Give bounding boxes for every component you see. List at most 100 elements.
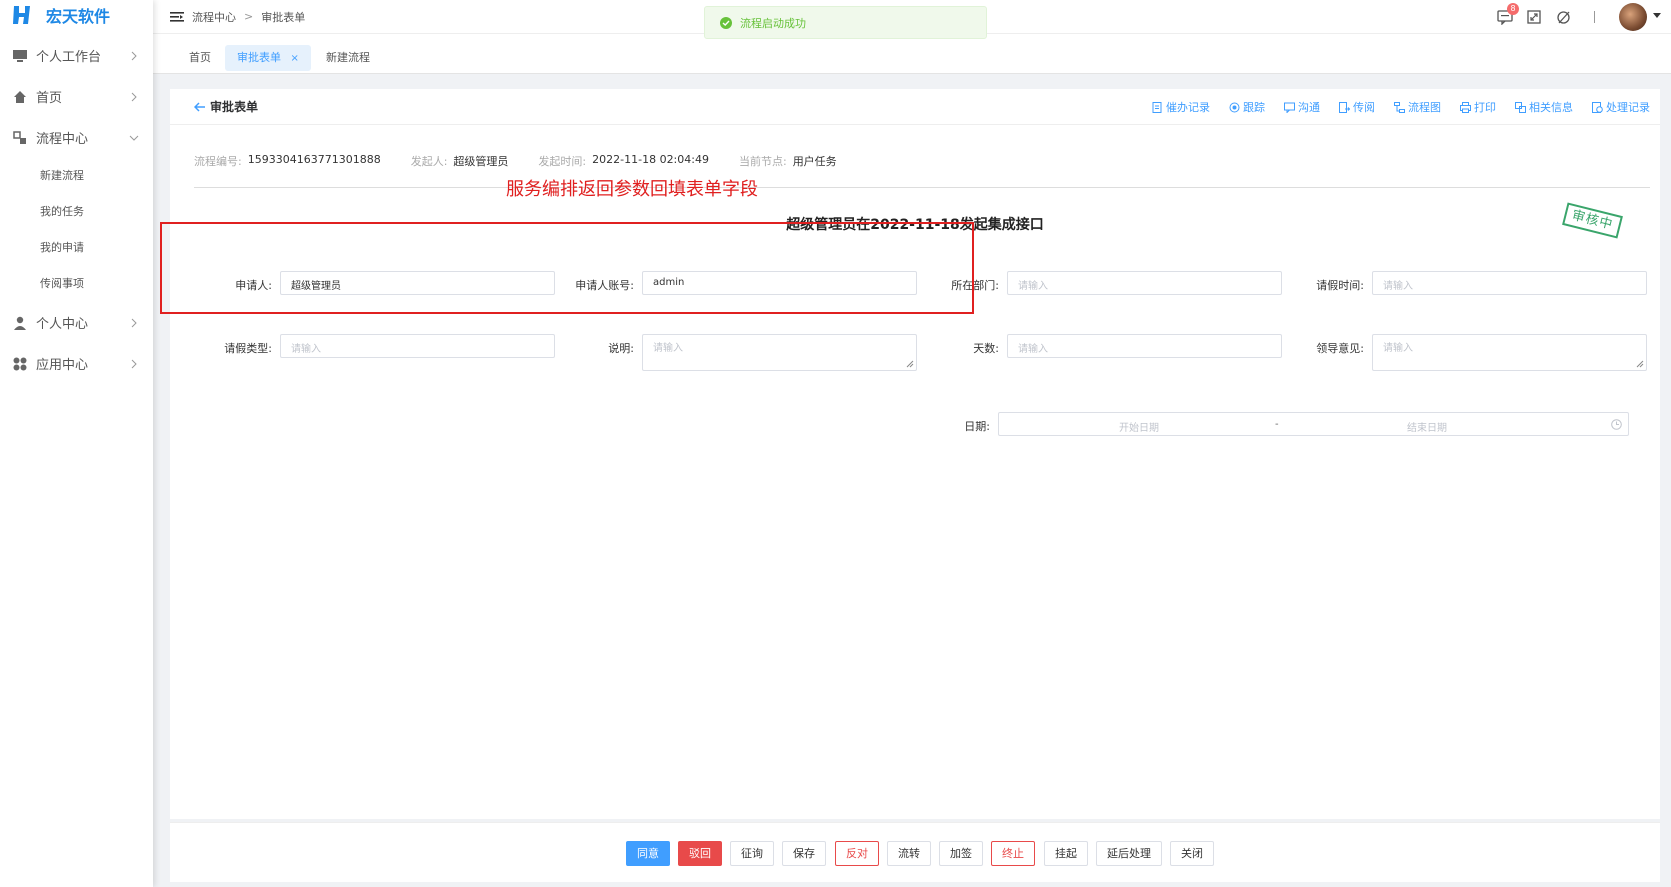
home-icon [12, 89, 28, 105]
sidebar-subitem-my-tasks[interactable]: 我的任务 [0, 194, 153, 230]
check-circle-icon [720, 16, 732, 29]
notification-badge: 8 [1507, 3, 1519, 15]
chevron-right-icon [129, 92, 139, 102]
caret-down-icon[interactable] [1653, 13, 1661, 21]
info-value: 1593304163771301888 [247, 153, 381, 166]
top-toolbar: 8 [1497, 0, 1671, 34]
field-label: 日期: [964, 420, 990, 433]
process-record-link[interactable]: 处理记录 [1592, 99, 1650, 115]
fullscreen-icon[interactable] [1526, 9, 1542, 25]
action-label: 传阅 [1353, 101, 1375, 114]
field-description: 说明: 请输入 [550, 334, 917, 371]
consult-button[interactable]: 征询 [730, 841, 774, 866]
agree-button[interactable]: 同意 [626, 841, 670, 866]
reject-button[interactable]: 驳回 [678, 841, 722, 866]
circulate-link[interactable]: 传阅 [1339, 99, 1375, 115]
defer-button[interactable]: 延后处理 [1096, 841, 1162, 866]
related-info-link[interactable]: 相关信息 [1515, 99, 1573, 115]
back-button[interactable]: 审批表单 [194, 98, 258, 115]
close-button[interactable]: 关闭 [1170, 841, 1214, 866]
resize-grip-icon[interactable] [1636, 360, 1644, 368]
date-range-picker[interactable]: 开始日期 - 结束日期 [998, 412, 1629, 436]
transfer-button[interactable]: 流转 [887, 841, 931, 866]
tab-label: 审批表单 [237, 51, 281, 64]
info-divider [194, 187, 1650, 188]
action-label: 相关信息 [1529, 101, 1573, 114]
sidebar-subitem-circulation[interactable]: 传阅事项 [0, 266, 153, 302]
account-input[interactable]: admin [642, 271, 917, 295]
communicate-link[interactable]: 沟通 [1284, 99, 1320, 115]
save-button[interactable]: 保存 [782, 841, 826, 866]
tab-label: 新建流程 [326, 51, 370, 64]
info-value: 2022-11-18 02:04:49 [592, 153, 709, 166]
sidebar: 宏天软件 个人工作台 首页 流程中心 新建流程 我的任务 我的申请 传阅事项 个… [0, 0, 153, 887]
action-label: 催办记录 [1166, 101, 1210, 114]
theme-icon[interactable] [1555, 9, 1571, 25]
add-signer-button[interactable]: 加签 [939, 841, 983, 866]
oppose-button[interactable]: 反对 [835, 841, 879, 866]
process-number: 流程编号: 1593304163771301888 [194, 153, 381, 169]
sidebar-item-label: 个人工作台 [36, 50, 102, 65]
field-date: 日期: 开始日期 - 结束日期 [915, 412, 1629, 436]
print-link[interactable]: 打印 [1460, 99, 1496, 115]
days-input[interactable]: 请输入 [1007, 334, 1282, 358]
field-leave-type: 请假类型: 请输入 [200, 334, 555, 358]
department-input[interactable]: 请输入 [1007, 271, 1282, 295]
avatar[interactable] [1619, 3, 1647, 31]
info-label: 发起时间: [538, 155, 587, 168]
history-icon [1592, 101, 1603, 113]
sidebar-item-app-center[interactable]: 应用中心 [0, 343, 153, 384]
description-textarea[interactable]: 请输入 [642, 334, 917, 371]
flowchart-icon [1394, 101, 1405, 113]
sidebar-subitem-my-applications[interactable]: 我的申请 [0, 230, 153, 266]
close-icon[interactable]: × [291, 53, 299, 64]
chevron-down-icon [129, 133, 139, 143]
sidebar-item-label: 应用中心 [36, 358, 89, 373]
annotation-text: 服务编排返回参数回填表单字段 [506, 179, 758, 200]
tab-home[interactable]: 首页 [177, 45, 223, 71]
action-links: 催办记录 跟踪 沟通 传阅 流程图 打印 相关信息 处理记录 [1133, 89, 1650, 125]
end-date-placeholder[interactable]: 结束日期 [1407, 419, 1447, 434]
leave-type-input[interactable]: 请输入 [280, 334, 555, 358]
terminate-button[interactable]: 终止 [991, 841, 1035, 866]
tab-new-process[interactable]: 新建流程 [314, 45, 382, 71]
chat-icon [1284, 102, 1295, 113]
field-department: 所在部门: 请输入 [915, 271, 1282, 295]
track-link[interactable]: 跟踪 [1229, 99, 1265, 115]
leader-opinion-textarea[interactable]: 请输入 [1372, 334, 1647, 371]
start-date-placeholder[interactable]: 开始日期 [1119, 419, 1159, 434]
sidebar-item-label: 首页 [36, 91, 63, 106]
sidebar-item-workbench[interactable]: 个人工作台 [0, 35, 153, 76]
applicant-input[interactable]: 超级管理员 [280, 271, 555, 295]
field-label: 领导意见: [1316, 342, 1364, 355]
flowchart-link[interactable]: 流程图 [1394, 99, 1441, 115]
tab-approval-form[interactable]: 审批表单 × [225, 45, 311, 71]
brand-name: 宏天软件 [46, 7, 111, 26]
sidebar-item-personal-center[interactable]: 个人中心 [0, 302, 153, 343]
suspend-button[interactable]: 挂起 [1044, 841, 1088, 866]
sidebar-item-flow-center[interactable]: 流程中心 [0, 117, 153, 158]
breadcrumb-item[interactable]: 流程中心 [192, 9, 236, 25]
info-value: 超级管理员 [453, 155, 509, 168]
message-icon[interactable]: 8 [1497, 3, 1519, 25]
field-leave-time: 请假时间: 请输入 [1280, 271, 1647, 295]
field-leader-opinion: 领导意见: 请输入 [1280, 334, 1647, 371]
collapse-menu-icon[interactable] [170, 10, 184, 24]
reminder-record-link[interactable]: 催办记录 [1152, 99, 1210, 115]
success-toast: 流程启动成功 [704, 6, 987, 39]
arrow-left-icon [194, 101, 206, 113]
textarea-placeholder: 请输入 [1383, 343, 1413, 354]
field-label: 天数: [973, 342, 999, 355]
resize-grip-icon[interactable] [906, 360, 914, 368]
forward-doc-icon [1339, 101, 1350, 113]
sidebar-item-home[interactable]: 首页 [0, 76, 153, 117]
toast-message: 流程启动成功 [740, 16, 806, 30]
action-label: 处理记录 [1606, 101, 1650, 114]
divider [1594, 11, 1595, 23]
logo[interactable]: 宏天软件 [0, 0, 153, 30]
leave-time-input[interactable]: 请输入 [1372, 271, 1647, 295]
sidebar-subitem-new-process[interactable]: 新建流程 [0, 158, 153, 194]
info-label: 当前节点: [738, 155, 787, 168]
card-header: 审批表单 催办记录 跟踪 沟通 传阅 流程图 打印 相关信息 处理记录 [170, 89, 1660, 125]
action-footer: 同意 驳回 征询 保存 反对 流转 加签 终止 挂起 延后处理 关闭 [170, 822, 1660, 882]
